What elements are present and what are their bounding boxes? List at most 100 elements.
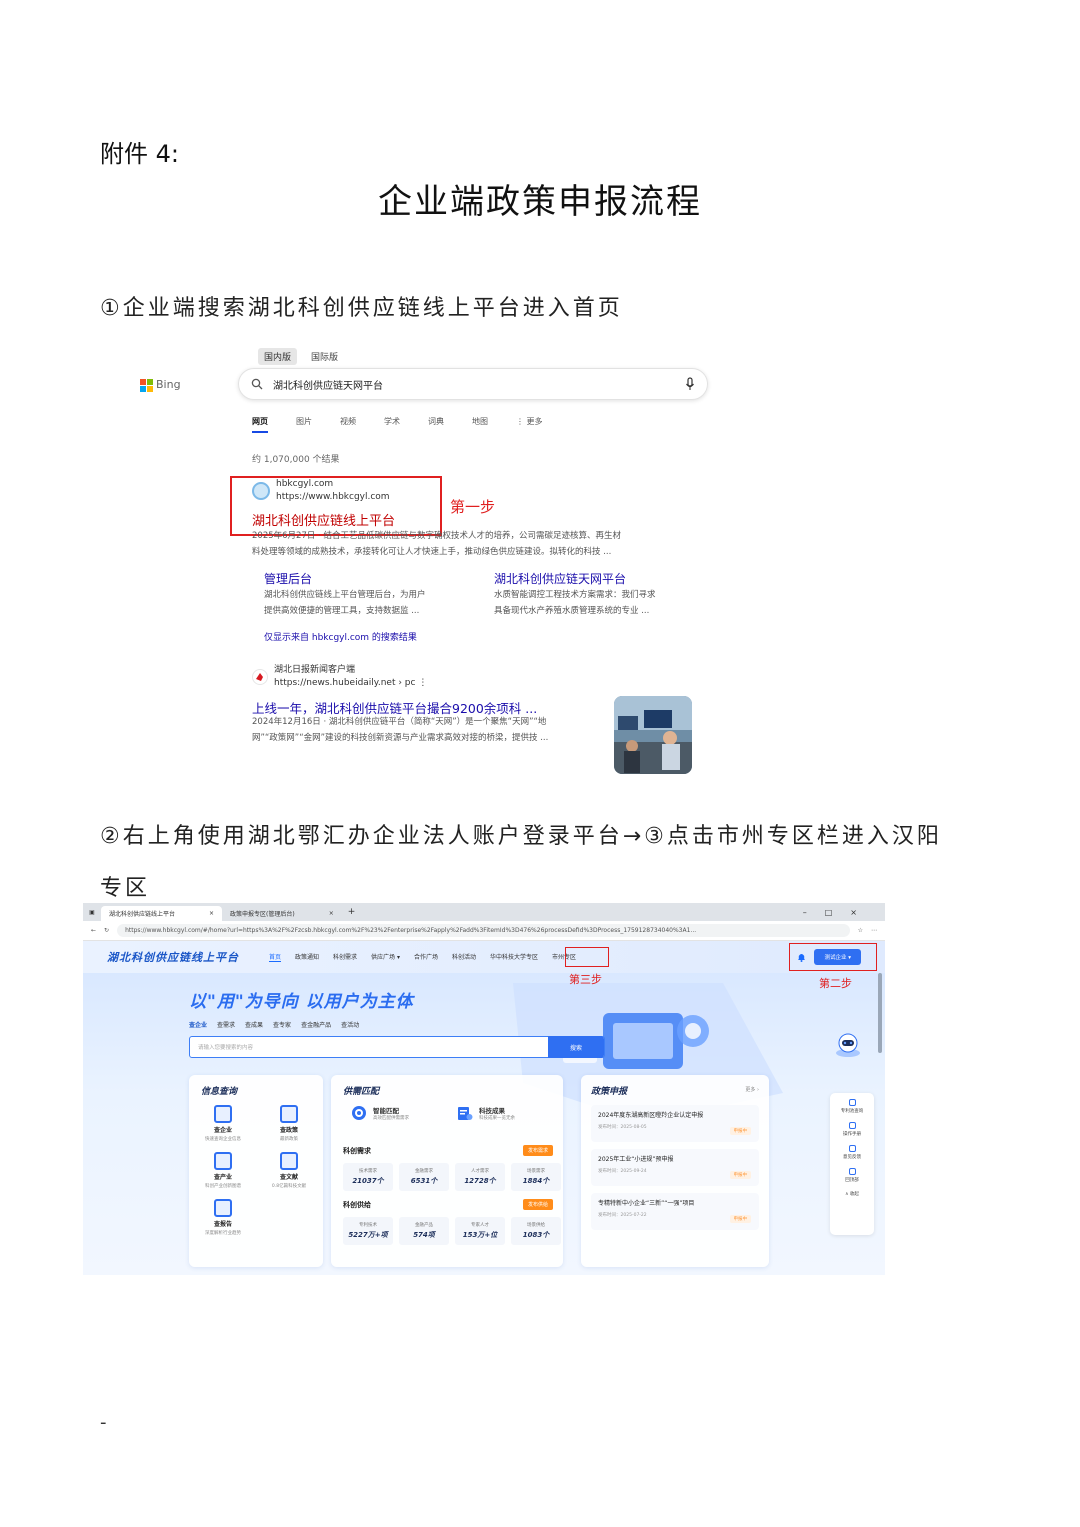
nav-tab-images[interactable]: 图片 bbox=[296, 416, 312, 433]
supply-expert-cell[interactable]: 专家人才 153万+位 bbox=[455, 1217, 505, 1245]
result2-snippet-line1: 2024年12月16日 · 湖北科创供应链平台（简称“天网”）是一个聚焦“天网”… bbox=[252, 717, 547, 727]
nav-tab-web[interactable]: 网页 bbox=[252, 416, 268, 433]
search-box[interactable]: 湖北科创供应链天网平台 bbox=[238, 368, 708, 400]
browser-tab-platform[interactable]: 湖北科创供应链线上平台 × bbox=[101, 906, 223, 921]
result1-snippet-line1: 2025年6月27日 · 结合工艺品低碳供应链与数字确权技术人才的培养，公司需碳… bbox=[252, 531, 621, 541]
bing-logo[interactable]: Bing bbox=[140, 378, 181, 392]
menu-activities[interactable]: 科创活动 bbox=[452, 952, 476, 962]
news-thumbnail-image[interactable] bbox=[614, 696, 692, 774]
query-tab-demand[interactable]: 查需求 bbox=[217, 1020, 235, 1029]
platform-search-button[interactable]: 搜索 bbox=[548, 1036, 604, 1058]
menu-demand[interactable]: 科创需求 bbox=[333, 952, 357, 962]
sidebar-label: 意见反馈 bbox=[843, 1155, 861, 1160]
supply-scene-cell[interactable]: 场景供给 1083个 bbox=[511, 1217, 561, 1245]
policy-title: 政策申报 bbox=[591, 1087, 628, 1097]
favorites-icon[interactable]: ☆ bbox=[858, 927, 863, 934]
supply-stats: 专利技术 5227万+项 金融产品 574项 专家人才 153万+位 场景供给 1083… bbox=[343, 1217, 561, 1245]
demand-scene-cell[interactable]: 场景需求 1884个 bbox=[511, 1163, 561, 1191]
scrollbar-thumb[interactable] bbox=[878, 973, 882, 1053]
url-field[interactable]: https://www.hbkcgyl.com/#/home?url=https… bbox=[117, 924, 850, 937]
demand-label: 科创需求 bbox=[343, 1146, 371, 1155]
policy-icon bbox=[280, 1105, 298, 1123]
policy-item[interactable]: 2025年工业“小进规”预申报 发布时间：2025-09-24 申报中 bbox=[591, 1149, 759, 1186]
demand-tech-label: 技术需求 bbox=[359, 1169, 377, 1174]
site-menu: 首页 政策通知 科创需求 供应广场 ▾ 合作广场 科创活动 华中科技大学专区 市… bbox=[269, 952, 576, 962]
bing-logo-text: Bing bbox=[156, 378, 181, 391]
sidebar-item-manual[interactable]: 操作手册 bbox=[843, 1122, 861, 1137]
result2-source[interactable]: 湖北日报新闻客户端 https://news.hubeidaily.net › … bbox=[252, 664, 427, 690]
demand-tech-cell[interactable]: 技术需求 21037个 bbox=[343, 1163, 393, 1191]
hero-slogan: 以"用"为导向 以用户为主体 bbox=[189, 992, 414, 1012]
menu-home[interactable]: 首页 bbox=[269, 952, 282, 962]
query-tab-results[interactable]: 查成果 bbox=[245, 1020, 263, 1029]
query-tab-experts[interactable]: 查专家 bbox=[273, 1020, 291, 1029]
sublink-skynet-title[interactable]: 湖北科创供应链天网平台 bbox=[494, 570, 704, 587]
microphone-icon[interactable] bbox=[685, 377, 695, 391]
assistant-robot-icon[interactable] bbox=[833, 1031, 863, 1061]
policy-item-title: 2025年工业“小进规”预申报 bbox=[598, 1156, 674, 1163]
site-logo[interactable]: 湖北科创供应链线上平台 bbox=[107, 949, 239, 965]
supply-expert-label: 专家人才 bbox=[471, 1223, 489, 1228]
back-icon[interactable]: ← bbox=[91, 927, 96, 934]
refresh-icon[interactable]: ↻ bbox=[104, 927, 109, 934]
tool-report[interactable]: 查报告 深度解析行业趋势 bbox=[193, 1199, 253, 1236]
sidebar-item-patent-pool[interactable]: 专利池查询 bbox=[841, 1099, 863, 1114]
demand-finance-cell[interactable]: 金融需求 6531个 bbox=[399, 1163, 449, 1191]
query-tab-activities[interactable]: 查活动 bbox=[341, 1020, 359, 1029]
publish-demand-button[interactable]: 发布需求 bbox=[522, 1145, 553, 1156]
policy-more-link[interactable]: 更多 › bbox=[745, 1086, 759, 1093]
menu-hust-zone[interactable]: 华中科技大学专区 bbox=[490, 952, 538, 962]
policy-item[interactable]: 专精特新中小企业“三新”“一强”项目 发布时间：2025-07-22 申报中 bbox=[591, 1193, 759, 1230]
nav-tab-more[interactable]: ⋮ 更多 bbox=[516, 416, 543, 433]
report-icon bbox=[214, 1199, 232, 1217]
tab-close-icon[interactable]: × bbox=[329, 910, 334, 917]
scope-tab-international[interactable]: 国际版 bbox=[305, 348, 344, 365]
nav-tab-maps[interactable]: 地图 bbox=[472, 416, 488, 433]
sublink-skynet-line2: 具备现代水产养殖水质管理系统的专业 ... bbox=[494, 606, 650, 616]
step2-highlight-box bbox=[789, 943, 877, 971]
supply-finance-cell[interactable]: 金融产品 574项 bbox=[399, 1217, 449, 1245]
tool-enterprise[interactable]: 查企业 快速查询企业信息 bbox=[193, 1105, 253, 1142]
menu-supply[interactable]: 供应广场 ▾ bbox=[371, 952, 400, 962]
step2-text-line2: 专区 bbox=[100, 876, 151, 901]
sidebar-item-collapse[interactable]: ∧ 收起 bbox=[845, 1191, 859, 1197]
tab-close-icon[interactable]: × bbox=[209, 910, 214, 917]
tool-industry[interactable]: 查产业 科创产业创新图谱 bbox=[193, 1152, 253, 1189]
tool-report-sub: 深度解析行业趋势 bbox=[205, 1231, 241, 1236]
query-tab-finance[interactable]: 查金融产品 bbox=[301, 1020, 331, 1029]
search-query[interactable]: 湖北科创供应链天网平台 bbox=[273, 377, 675, 392]
tool-literature-sub: 0.8亿篇科技文献 bbox=[271, 1184, 307, 1189]
platform-search-input[interactable]: 请输入您要搜索的内容 bbox=[190, 1043, 548, 1051]
publish-supply-button[interactable]: 发布供给 bbox=[522, 1199, 553, 1210]
nav-tab-academic[interactable]: 学术 bbox=[384, 416, 400, 433]
step3-highlight-box bbox=[565, 947, 609, 967]
result2-site: 湖北日报新闻客户端 bbox=[274, 665, 356, 675]
query-tab-enterprise[interactable]: 查企业 bbox=[189, 1020, 207, 1029]
sidebar-item-feedback[interactable]: 意见反馈 bbox=[843, 1145, 861, 1160]
nav-tab-dictionary[interactable]: 词典 bbox=[428, 416, 444, 433]
browser-tab-policy[interactable]: 政策申报专区(管理后台) × bbox=[222, 906, 342, 921]
window-controls[interactable]: –□× bbox=[803, 908, 875, 917]
demand-talent-cell[interactable]: 人才需求 12728个 bbox=[455, 1163, 505, 1191]
step1-text: ①企业端搜索湖北科创供应链线上平台进入首页 bbox=[100, 296, 623, 321]
extensions-icon[interactable]: ⋯ bbox=[871, 927, 877, 934]
scope-tab-domestic[interactable]: 国内版 bbox=[258, 348, 298, 365]
supply-patent-cell[interactable]: 专利技术 5227万+项 bbox=[343, 1217, 393, 1245]
demand-finance-label: 金融需求 bbox=[415, 1169, 433, 1174]
back-to-top-icon bbox=[848, 1168, 856, 1175]
menu-cooperation[interactable]: 合作广场 bbox=[414, 952, 438, 962]
policy-item[interactable]: 2024年度东湖高新区瞪羚企业认定申报 发布时间：2025-08-05 申报中 bbox=[591, 1105, 759, 1142]
tool-literature[interactable]: 查文献 0.8亿篇科技文献 bbox=[259, 1152, 319, 1189]
tech-results-entry[interactable]: 科技成果 科技成果一览无余 bbox=[457, 1105, 515, 1121]
tool-policy[interactable]: 查政策 最新政策 bbox=[259, 1105, 319, 1142]
smart-match-entry[interactable]: 智能匹配 高效匹配供需需求 bbox=[351, 1105, 409, 1121]
new-tab-icon[interactable]: + bbox=[348, 907, 356, 917]
site-only-link[interactable]: 仅显示来自 hbkcgyl.com 的搜索结果 bbox=[264, 630, 417, 643]
policy-item-date: 发布时间：2025-07-22 bbox=[598, 1213, 647, 1218]
sidebar-item-back-to-top[interactable]: 回顶部 bbox=[845, 1168, 859, 1183]
tab-actions-icon[interactable]: ▣ bbox=[83, 909, 101, 916]
menu-policy-notice[interactable]: 政策通知 bbox=[295, 952, 319, 962]
sublink-admin-title[interactable]: 管理后台 bbox=[264, 570, 474, 587]
policy-item-date: 发布时间：2025-09-24 bbox=[598, 1169, 647, 1174]
nav-tab-videos[interactable]: 视频 bbox=[340, 416, 356, 433]
